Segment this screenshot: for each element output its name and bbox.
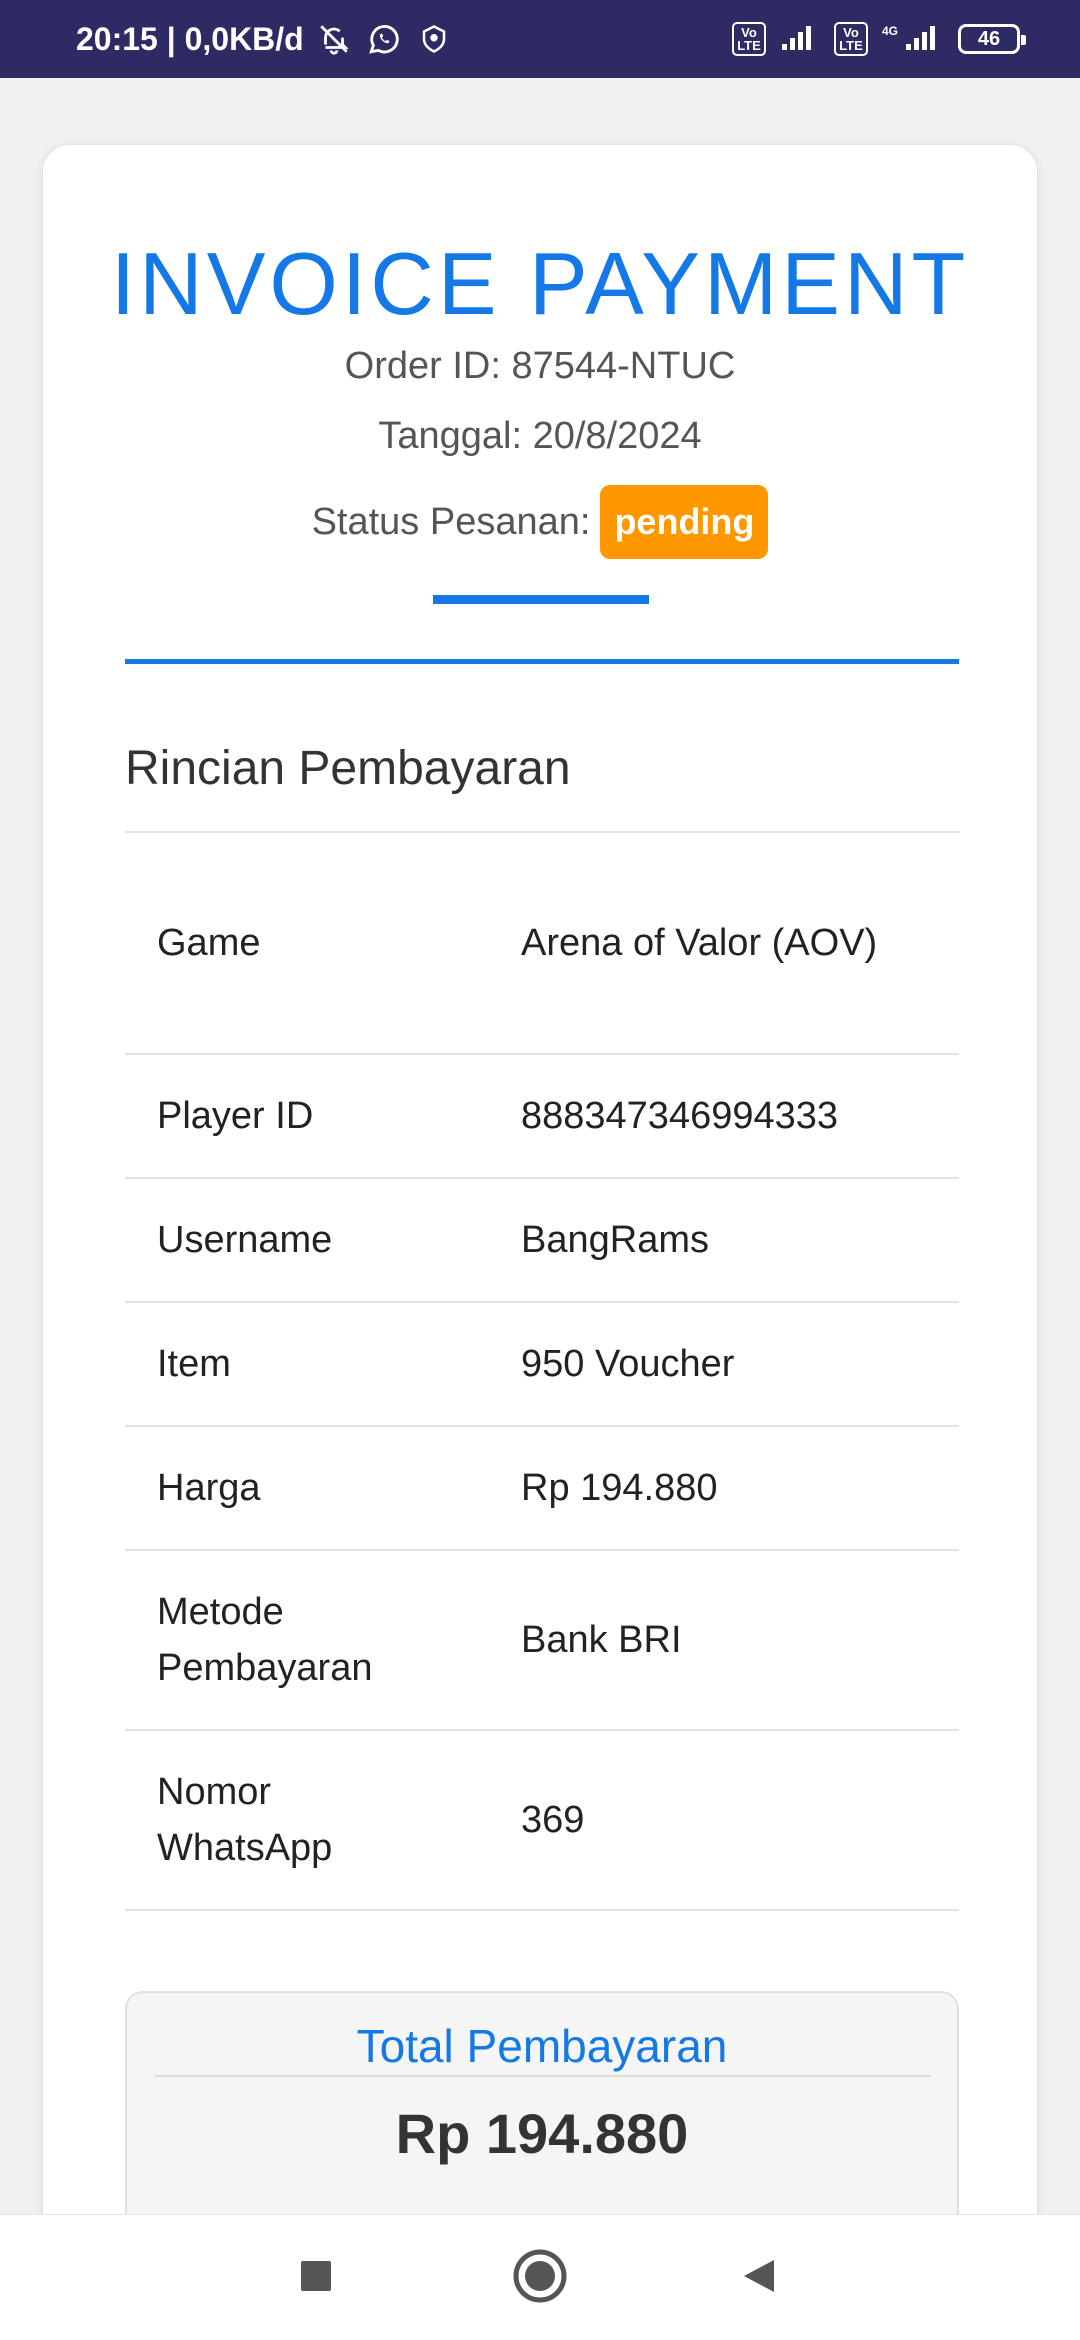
- row-label: Nomor WhatsApp: [157, 1771, 333, 1869]
- row-label: Harga: [157, 1467, 261, 1509]
- row-label: Item: [157, 1343, 231, 1385]
- navigation-bar: [0, 2214, 1080, 2340]
- table-row: Nomor WhatsApp 369: [125, 1731, 959, 1911]
- total-title: Total Pembayaran: [356, 2020, 728, 2072]
- order-id: Order ID: 87544-NTUC: [344, 345, 736, 387]
- row-label: Player ID: [157, 1095, 314, 1137]
- status-time: 20:15 | 0,0KB/d: [76, 20, 304, 57]
- shield-app-icon: [414, 19, 454, 59]
- table-row: Username BangRams: [125, 1179, 959, 1303]
- total-amount: Rp 194.880: [395, 2102, 689, 2165]
- total-divider: [155, 2075, 931, 2077]
- row-label: Game: [157, 922, 261, 964]
- battery-icon: 46: [958, 24, 1026, 54]
- status-label: Status Pesanan:: [311, 500, 591, 543]
- order-date: Tanggal: 20/8/2024: [378, 415, 702, 457]
- back-button[interactable]: [700, 2215, 820, 2340]
- status-bar: 20:15 | 0,0KB/d Vo LTE Vo LTE 4G 46: [0, 0, 1080, 78]
- table-row: Item 950 Voucher: [125, 1303, 959, 1427]
- bell-off-icon: [314, 19, 354, 59]
- table-row: Player ID 888347346994333: [125, 1055, 959, 1179]
- section-title: Rincian Pembayaran: [125, 742, 571, 795]
- payment-details-table: Game Arena of Valor (AOV) Player ID 8883…: [125, 833, 959, 1911]
- volte-badge-2: Vo LTE: [833, 22, 868, 56]
- signal-icon: [780, 22, 820, 57]
- order-status: Status Pesanan: pending: [43, 485, 1037, 559]
- status-badge: pending: [600, 485, 769, 559]
- row-value: Bank BRI: [521, 1619, 682, 1661]
- row-value: Rp 194.880: [521, 1467, 718, 1509]
- recents-button[interactable]: [256, 2215, 376, 2340]
- status-left: 20:15 | 0,0KB/d: [76, 19, 454, 59]
- invoice-card: INVOICE PAYMENT Order ID: 87544-NTUC Tan…: [42, 144, 1038, 2264]
- triangle-back-icon: [740, 2256, 780, 2301]
- home-button[interactable]: [480, 2215, 600, 2340]
- row-label: Username: [157, 1219, 333, 1261]
- square-icon: [299, 2259, 333, 2298]
- volte-badge: Vo LTE: [731, 22, 766, 56]
- battery-level: 46: [977, 27, 1001, 50]
- status-right: Vo LTE Vo LTE 4G 46: [731, 22, 1026, 57]
- circle-icon: [512, 2248, 568, 2309]
- whatsapp-icon: [364, 19, 404, 59]
- row-value: 888347346994333: [521, 1095, 839, 1137]
- total-payment-box: Total Pembayaran Rp 194.880: [125, 1991, 959, 2231]
- invoice-title: INVOICE PAYMENT: [110, 234, 970, 333]
- title-accent-bar: [433, 595, 649, 604]
- table-row: Game Arena of Valor (AOV): [125, 833, 959, 1055]
- signal-icon-2: [904, 22, 944, 57]
- row-value: 950 Voucher: [521, 1343, 735, 1385]
- row-value: Arena of Valor (AOV): [521, 922, 878, 964]
- network-type: 4G: [881, 24, 898, 38]
- header-divider: [125, 659, 959, 664]
- table-row: Metode Pembayaran Bank BRI: [125, 1551, 959, 1731]
- row-value: 369: [521, 1799, 585, 1841]
- row-label: Metode Pembayaran: [157, 1591, 373, 1689]
- row-value: BangRams: [521, 1219, 709, 1261]
- table-row: Harga Rp 194.880: [125, 1427, 959, 1551]
